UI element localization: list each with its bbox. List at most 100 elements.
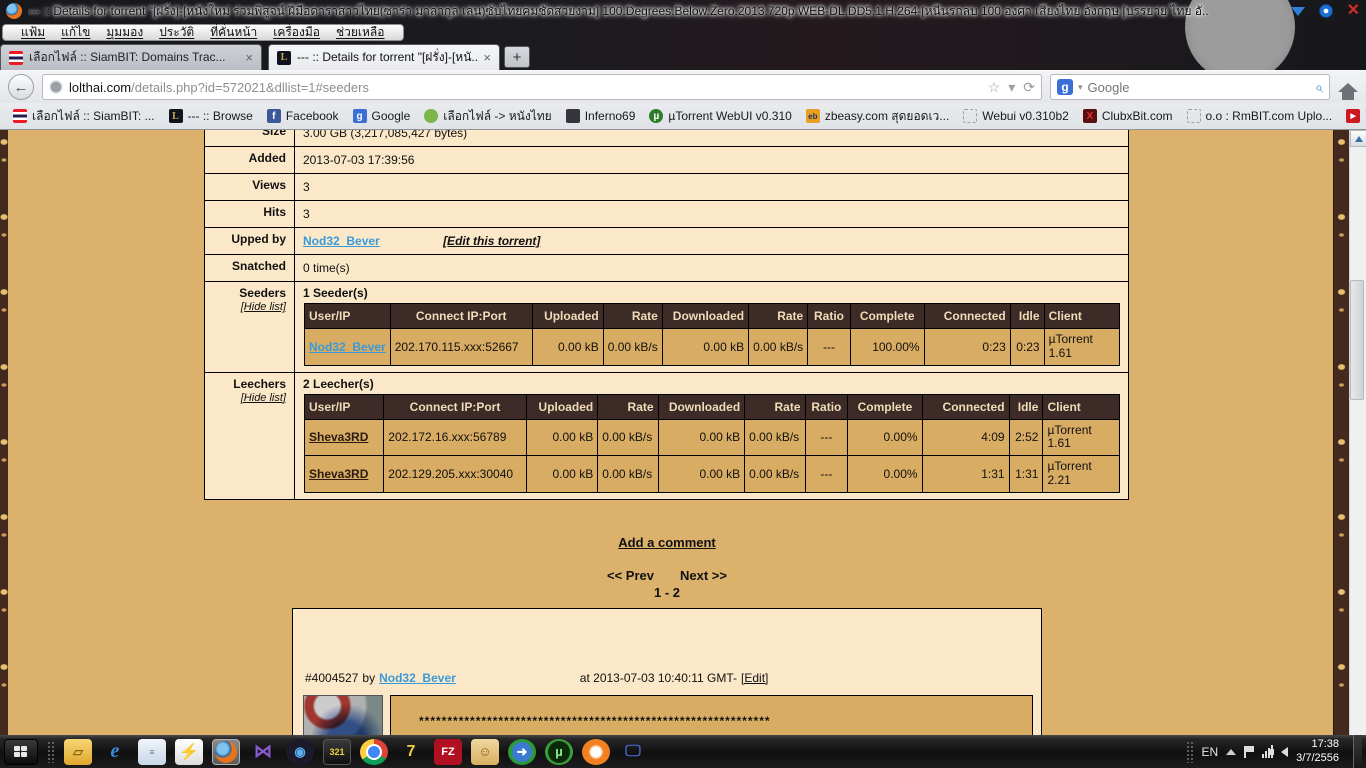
bookmark-facebook[interactable]: f Facebook xyxy=(262,107,344,125)
filezilla-icon[interactable]: FZ xyxy=(434,738,462,765)
peer-ratio: --- xyxy=(807,328,851,366)
bookmark-youtube[interactable]: ▶YouTube xyxy=(1341,107,1366,125)
seeder-count: 1 Seeder(s) xyxy=(303,286,368,300)
leecher-row: Sheva3RD 202.129.205.xxx:30040 0.00 kB 0… xyxy=(303,455,1120,493)
search-box[interactable]: g ▾ ⌕ xyxy=(1050,74,1330,100)
seeders-cell: 1 Seeder(s) User/IP Connect IP:Port Uplo… xyxy=(294,281,1129,373)
start-button[interactable] xyxy=(4,738,38,765)
explorer-icon[interactable]: ▱ xyxy=(64,738,92,765)
tab-close-icon[interactable]: × xyxy=(483,50,491,65)
new-tab-button[interactable]: + xyxy=(504,46,530,68)
site-identity-icon[interactable] xyxy=(49,80,63,94)
comment-user-link[interactable]: Nod32_Bever xyxy=(379,671,456,685)
back-button[interactable]: ← xyxy=(8,74,34,100)
remote-desktop-icon[interactable]: 🖵 xyxy=(619,739,647,765)
volume-icon[interactable] xyxy=(1270,746,1289,757)
cuteftp-icon[interactable]: ☺ xyxy=(471,738,499,765)
firefox-taskbar-button[interactable] xyxy=(212,738,240,765)
utorrent-icon[interactable]: µ xyxy=(545,738,573,765)
hide-leechers-link[interactable]: [Hide list] xyxy=(213,392,286,404)
peer-header-row: User/IP Connect IP:Port Uploaded Rate Do… xyxy=(303,393,1120,420)
clock[interactable]: 17:38 3/7/2556 xyxy=(1296,738,1343,766)
search-input[interactable] xyxy=(1087,79,1311,95)
bookmark-zbeasy[interactable]: eb zbeasy.com สุดยอดเว... xyxy=(801,105,954,128)
chrome-icon[interactable] xyxy=(360,738,388,765)
language-indicator[interactable]: EN xyxy=(1202,745,1219,759)
kmplayer-icon[interactable]: ⋈ xyxy=(249,739,277,765)
menu-view[interactable]: มุมมอง xyxy=(98,23,151,42)
taskbar: ▱ e ≡ ⚡ ⋈ ◉ 321 7 FZ ☺ ➜ µ 🖵 EN 17:38 3/… xyxy=(0,735,1366,768)
address-bar[interactable]: lolthai.com/details.php?id=572021&dllist… xyxy=(42,74,1042,100)
hide-seeders-link[interactable]: [Hide list] xyxy=(213,301,286,313)
menu-bookmarks[interactable]: ที่คั่นหน้า xyxy=(202,23,265,42)
peer-user-link[interactable]: Nod32_Bever xyxy=(309,340,386,354)
snatched-value: 0 time(s) xyxy=(294,254,1129,282)
bookmark-rmbit[interactable]: o.o : RmBIT.com Uplo... xyxy=(1182,107,1338,125)
home-icon[interactable] xyxy=(1338,82,1358,100)
uploader-link[interactable]: Nod32_Bever xyxy=(303,234,380,248)
default-bookmark-icon xyxy=(963,109,978,123)
next-link[interactable]: Next >> xyxy=(680,568,727,583)
sevenzip-icon[interactable]: 7 xyxy=(397,739,425,765)
scroll-up-icon[interactable] xyxy=(1350,130,1366,147)
minimize-icon[interactable] xyxy=(1290,6,1305,16)
idm-icon[interactable]: ➜ xyxy=(508,738,536,765)
bookmark-star-icon[interactable]: ☆ xyxy=(988,79,1001,96)
bookmark-webui[interactable]: Webui v0.310b2 xyxy=(958,107,1074,125)
peer-user-link[interactable]: Sheva3RD xyxy=(309,430,368,444)
menu-help[interactable]: ช่วยเหลือ xyxy=(328,23,393,42)
bookmark-inferno69[interactable]: Inferno69 xyxy=(561,107,641,125)
tab-close-icon[interactable]: × xyxy=(245,50,253,65)
peer-user-link[interactable]: Sheva3RD xyxy=(309,467,368,481)
table-row: Views 3 xyxy=(204,173,1129,201)
bookmark-thai-movies[interactable]: เลือกไฟล์ -> หนังไทย xyxy=(419,105,556,128)
internet-explorer-icon[interactable]: e xyxy=(101,739,129,765)
bookmark-browse[interactable]: L --- :: Browse xyxy=(164,107,258,125)
prev-link[interactable]: << Prev xyxy=(607,568,654,583)
col-rate: Rate xyxy=(602,303,663,329)
leecher-row: Sheva3RD 202.172.16.xxx:56789 0.00 kB 0.… xyxy=(303,418,1120,457)
vertical-scrollbar[interactable] xyxy=(1349,130,1366,735)
url-text[interactable]: lolthai.com/details.php?id=572021&dllist… xyxy=(69,80,982,95)
klite-codec-icon[interactable]: 321 xyxy=(323,738,351,765)
comment-text: ****************************************… xyxy=(419,714,771,728)
tab-details[interactable]: L --- :: Details for torrent "[ฝรั่ง]-[ห… xyxy=(268,44,500,70)
edit-torrent-link[interactable]: [Edit this torrent] xyxy=(443,234,540,248)
thai-flag-icon xyxy=(13,109,27,123)
engine-dropdown-icon[interactable]: ▾ xyxy=(1078,82,1083,93)
menu-tools[interactable]: เครื่องมือ xyxy=(265,23,328,42)
google-engine-icon[interactable]: g xyxy=(1057,79,1073,95)
url-dropdown-icon[interactable]: ▾ xyxy=(1008,79,1015,96)
search-icon[interactable]: ⌕ xyxy=(1315,79,1323,96)
zbeasy-icon: eb xyxy=(805,109,820,123)
close-icon[interactable]: ✕ xyxy=(1347,3,1360,19)
col-uploaded: Uploaded xyxy=(525,393,599,420)
reload-icon[interactable]: ⟳ xyxy=(1023,79,1035,96)
notepad-icon[interactable]: ≡ xyxy=(138,738,166,765)
bookmark-clubxbit[interactable]: X ClubxBit.com xyxy=(1078,107,1178,125)
seeder-row: Nod32_Bever 202.170.115.xxx:52667 0.00 k… xyxy=(304,328,1121,366)
bookmark-google[interactable]: g Google xyxy=(348,107,416,125)
menu-history[interactable]: ประวัติ xyxy=(151,23,202,42)
row-label: Snatched xyxy=(204,254,295,282)
media-player-icon[interactable]: ◉ xyxy=(286,738,314,765)
peer-idle: 2:52 xyxy=(1008,418,1044,457)
bookmark-utorrent-webui[interactable]: µ µTorrent WebUI v0.310 xyxy=(644,107,796,125)
bitcomet-icon[interactable] xyxy=(582,738,610,765)
bookmark-siambit[interactable]: เลือกไฟล์ :: SiamBIT: ... xyxy=(8,105,160,128)
google-icon: g xyxy=(352,109,367,123)
peer-connected: 1:31 xyxy=(921,455,1010,493)
menu-edit[interactable]: แก้ไข xyxy=(53,23,98,42)
col-uploaded: Uploaded xyxy=(531,303,604,329)
winamp-icon[interactable]: ⚡ xyxy=(175,738,203,765)
action-center-flag-icon[interactable] xyxy=(1244,745,1255,758)
restore-icon[interactable] xyxy=(1318,4,1333,18)
add-comment-link[interactable]: Add a comment xyxy=(618,535,716,550)
comment-edit-link[interactable]: [Edit] xyxy=(741,671,768,685)
hidden-icons-icon[interactable] xyxy=(1226,748,1237,755)
show-desktop-button[interactable] xyxy=(1353,735,1362,768)
menu-file[interactable]: แฟ้ม xyxy=(13,23,53,42)
seeders-label-cell: Seeders [Hide list] xyxy=(204,281,295,373)
tab-siambit[interactable]: เลือกไฟล์ :: SiamBIT: Domains Trac... × xyxy=(0,44,262,70)
scrollbar-thumb[interactable] xyxy=(1350,280,1364,400)
